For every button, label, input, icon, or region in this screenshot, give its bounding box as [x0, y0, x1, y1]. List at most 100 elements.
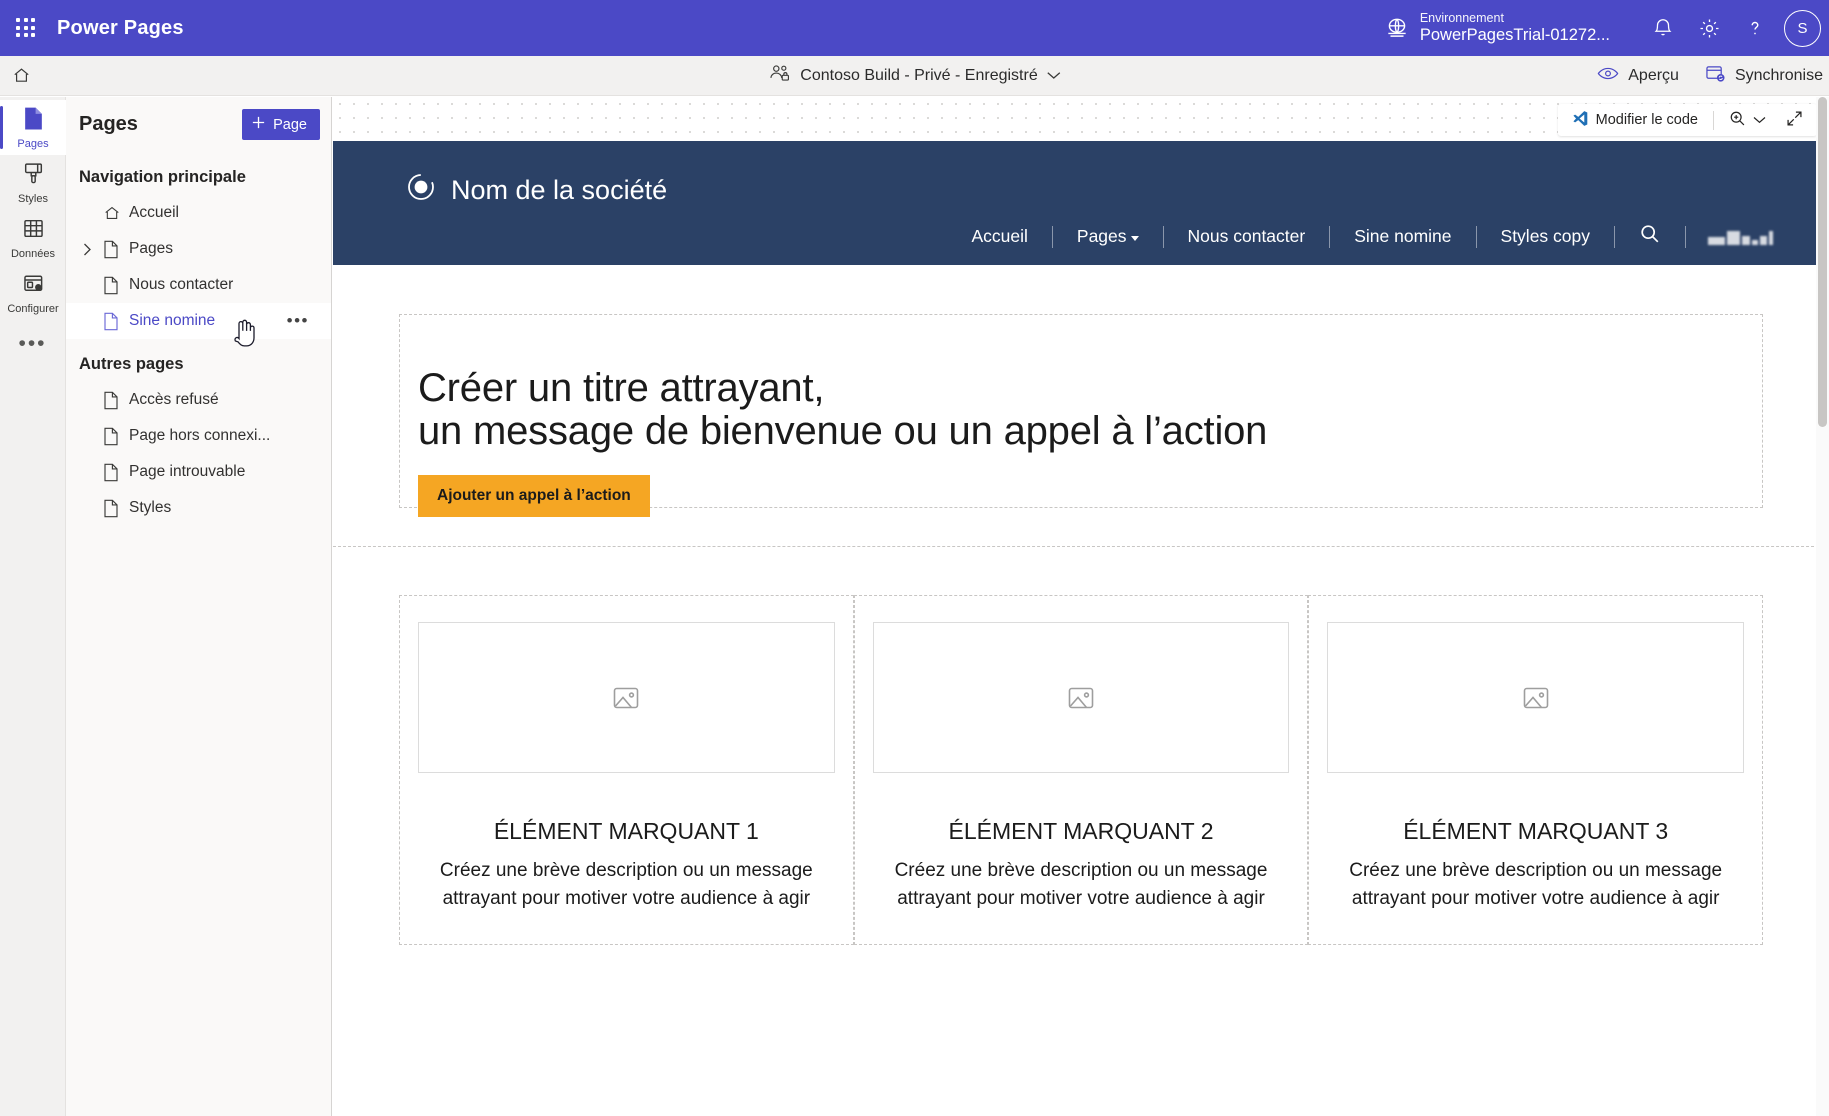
sidebar-item-styles[interactable]: Styles	[0, 155, 66, 210]
sidebar-item-label: Données	[10, 247, 56, 260]
add-page-button[interactable]: Page	[242, 109, 320, 140]
tree-item-styles[interactable]: Styles	[66, 490, 331, 526]
toolbar-divider	[1713, 110, 1714, 130]
site-brand[interactable]: Nom de la société	[407, 173, 667, 208]
site-search-button[interactable]	[1615, 217, 1685, 256]
environment-value: PowerPagesTrial-01272...	[1419, 25, 1610, 44]
pages-panel: Pages Page Navigation principale Accueil…	[66, 97, 332, 1116]
scrollbar-thumb[interactable]	[1818, 97, 1827, 427]
tree-item-accueil[interactable]: Accueil	[66, 195, 331, 231]
vscode-icon	[1572, 110, 1589, 131]
site-nav-pages[interactable]: Pages	[1053, 220, 1163, 253]
highlight-card[interactable]: ÉLÉMENT MARQUANT 3 Créez une brève descr…	[1308, 595, 1764, 945]
sidebar-item-pages[interactable]: Pages	[0, 100, 66, 155]
topbar-right-group: Environnement PowerPagesTrial-01272... S	[1384, 0, 1829, 56]
sidebar-item-label: Pages	[17, 137, 49, 150]
site-nav-label: Sine nomine	[1354, 226, 1452, 246]
caret-down-icon	[1130, 236, 1139, 241]
sidebar-item-donnees[interactable]: Données	[0, 210, 66, 265]
question-mark-icon[interactable]	[1732, 5, 1778, 51]
environment-selector[interactable]: Environnement PowerPagesTrial-01272...	[1384, 11, 1610, 44]
command-bar: Contoso Build - Privé - Enregistré Aperç…	[0, 56, 1829, 96]
magnifier-plus-icon	[1729, 110, 1746, 131]
site-nav-nous-contacter[interactable]: Nous contacter	[1164, 220, 1330, 253]
sidebar-overflow-button[interactable]: •••	[0, 320, 65, 368]
page-icon	[22, 106, 45, 136]
preview-button[interactable]: Aperçu	[1597, 66, 1679, 86]
tree-item-label: Page hors connexi...	[129, 427, 271, 444]
file-icon	[103, 240, 121, 259]
card-description: Créez une brève description ou un messag…	[1349, 860, 1723, 909]
hero-title: Créer un titre attrayant, un message de …	[418, 366, 1744, 453]
hero-title-line-1: Créer un titre attrayant,	[418, 366, 825, 410]
site-nav-styles-copy[interactable]: Styles copy	[1477, 220, 1614, 253]
image-placeholder-icon	[1068, 687, 1094, 708]
image-placeholder-icon	[614, 687, 639, 708]
paintbrush-icon	[22, 161, 45, 191]
command-bar-actions: Aperçu Synchronise	[1597, 64, 1829, 88]
globe-icon	[1384, 15, 1410, 41]
file-icon	[103, 312, 121, 331]
page-title: Pages	[79, 113, 138, 135]
tree-item-pages[interactable]: Pages	[66, 231, 331, 267]
nav-divider	[1685, 225, 1686, 248]
card-title: ÉLÉMENT MARQUANT 1	[493, 818, 759, 844]
canvas-area: Modifier le code Nom de la société Accue…	[333, 97, 1829, 1116]
search-icon	[1639, 223, 1661, 250]
edit-code-button[interactable]: Modifier le code	[1564, 106, 1706, 134]
app-launcher-icon[interactable]	[13, 15, 39, 41]
tree-item-acces-refuse[interactable]: Accès refusé	[66, 382, 331, 418]
hero-section: Créer un titre attrayant, un message de …	[333, 265, 1829, 547]
gear-icon[interactable]	[1686, 5, 1732, 51]
group-title-navigation-principale: Navigation principale	[79, 168, 246, 186]
zoom-control[interactable]	[1721, 106, 1774, 134]
pages-panel-header: Pages Page	[66, 97, 331, 152]
tree-item-sine-nomine[interactable]: Sine nomine •••	[66, 303, 331, 339]
tree-item-label: Styles	[129, 499, 172, 516]
expand-canvas-button[interactable]	[1778, 106, 1811, 134]
card-image-placeholder[interactable]	[872, 622, 1290, 773]
card-image-placeholder[interactable]	[418, 622, 835, 773]
table-icon	[22, 216, 45, 246]
home-icon[interactable]	[0, 56, 42, 96]
bell-icon[interactable]	[1640, 5, 1686, 51]
tree-item-page-hors-connexion[interactable]: Page hors connexi...	[66, 418, 331, 454]
file-icon	[103, 391, 121, 410]
canvas-toolbar: Modifier le code	[1557, 104, 1817, 136]
left-navigation-rail: Pages Styles Données Configurer •••	[0, 97, 66, 1116]
canvas-scrollbar[interactable]	[1816, 97, 1829, 1116]
chevron-right-icon[interactable]	[79, 243, 95, 256]
site-brand-name: Nom de la société	[451, 175, 668, 205]
card-title: ÉLÉMENT MARQUANT 2	[948, 818, 1214, 844]
card-description: Créez une brève description ou un messag…	[894, 860, 1268, 909]
site-nav-sine-nomine[interactable]: Sine nomine	[1330, 220, 1475, 253]
highlights-section: ÉLÉMENT MARQUANT 1 Créez une brève descr…	[333, 547, 1829, 945]
site-nav-label: Nous contacter	[1187, 226, 1306, 246]
edit-code-label: Modifier le code	[1595, 112, 1698, 128]
tree-item-nous-contacter[interactable]: Nous contacter	[66, 267, 331, 303]
tree-item-label: Page introuvable	[129, 463, 246, 480]
file-icon	[103, 276, 121, 295]
site-name-dropdown[interactable]: Contoso Build - Privé - Enregistré	[768, 63, 1061, 89]
tree-item-page-introuvable[interactable]: Page introuvable	[66, 454, 331, 490]
tree-item-label: Pages	[129, 240, 173, 257]
chevron-down-icon[interactable]	[1753, 112, 1766, 128]
card-image-placeholder[interactable]	[1327, 622, 1745, 773]
hero-content-block[interactable]: Créer un titre attrayant, un message de …	[399, 314, 1763, 518]
tree-item-label: Accès refusé	[129, 391, 219, 408]
site-nav-accueil[interactable]: Accueil	[947, 220, 1051, 253]
image-placeholder-icon	[1523, 687, 1548, 708]
chevron-down-icon[interactable]	[1047, 67, 1061, 85]
avatar[interactable]: S	[1784, 9, 1821, 47]
hero-cta-button[interactable]: Ajouter un appel à l’action	[418, 475, 650, 518]
sync-database-icon	[1705, 64, 1726, 88]
tree-item-more-button[interactable]: •••	[287, 311, 309, 331]
sidebar-item-configurer[interactable]: Configurer	[0, 265, 66, 320]
expand-arrows-icon	[1786, 110, 1803, 131]
sync-button[interactable]: Synchronise	[1705, 64, 1823, 88]
top-app-bar: Power Pages Environnement PowerPagesTria…	[0, 0, 1829, 56]
sidebar-item-label: Styles	[18, 192, 48, 205]
app-title: Power Pages	[57, 16, 184, 39]
highlight-card[interactable]: ÉLÉMENT MARQUANT 1 Créez une brève descr…	[399, 595, 854, 945]
highlight-card[interactable]: ÉLÉMENT MARQUANT 2 Créez une brève descr…	[853, 595, 1309, 945]
